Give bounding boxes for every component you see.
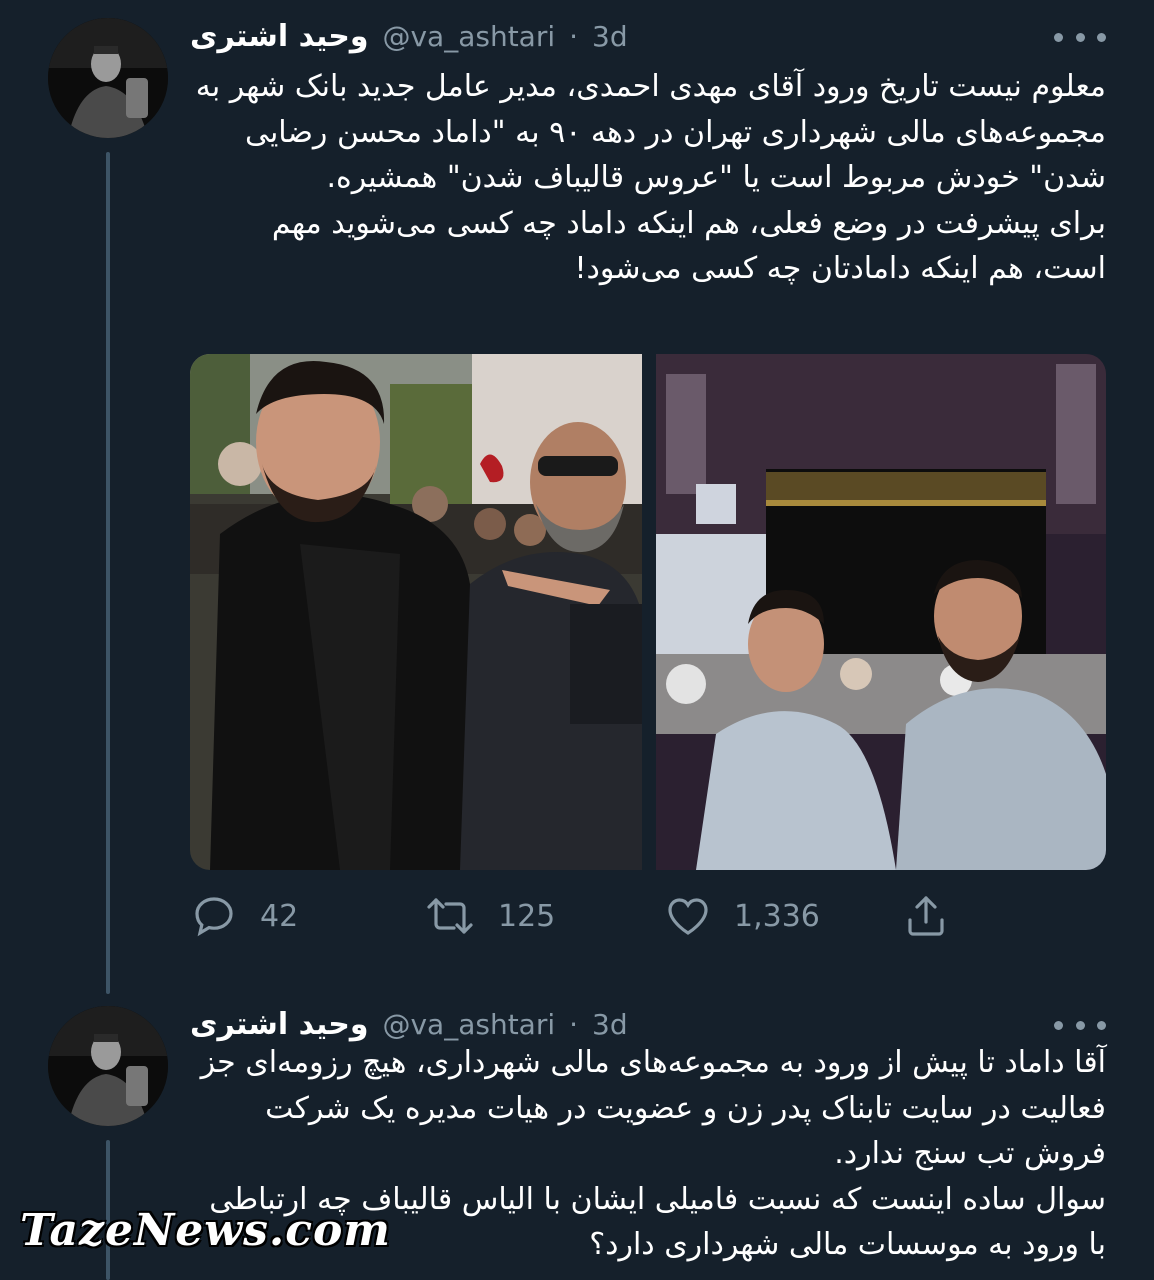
tweet-header: وحید اشتری @va_ashtari · 3d [190,14,628,58]
more-icon[interactable] [1054,1010,1106,1040]
like-count: 1,336 [734,898,820,934]
user-handle[interactable]: @va_ashtari [382,20,555,53]
photo-left[interactable] [190,354,642,870]
watermark: TazeNews.com [20,1205,391,1256]
tweet-actions: 42 125 1,336 [190,890,990,942]
avatar[interactable] [48,1006,168,1126]
user-handle[interactable]: @va_ashtari [382,1008,555,1041]
timestamp[interactable]: 3d [592,1008,628,1041]
photo-right[interactable] [656,354,1106,870]
avatar[interactable] [48,18,168,138]
heart-icon [668,898,708,935]
tweet-paragraph: برای پیشرفت در وضع فعلی، هم اینکه داماد … [271,205,1106,287]
reply-icon [195,897,233,937]
tweet-paragraph: معلوم نیست تاریخ ورود آقای مهدی احمدی، م… [195,69,1106,195]
media-grid [190,354,1106,870]
display-name[interactable]: وحید اشتری [190,19,368,54]
retweet-icon [427,898,473,934]
timestamp[interactable]: 3d [592,20,628,53]
more-icon[interactable] [1054,22,1106,52]
separator: · [569,1007,579,1041]
tweet-1[interactable]: وحید اشتری @va_ashtari · 3d معلوم نیست ت… [0,0,1154,990]
display-name[interactable]: وحید اشتری [190,1007,368,1042]
share-icon [908,896,944,936]
tweet-paragraph: آقا داماد تا پیش از ورود به مجموعه‌های م… [200,1045,1106,1171]
reply-button[interactable]: 42 [190,890,298,942]
tweet-text: معلوم نیست تاریخ ورود آقای مهدی احمدی، م… [190,64,1106,292]
reply-count: 42 [260,898,299,934]
separator: · [569,19,579,53]
retweet-count: 125 [498,898,556,934]
share-button[interactable] [902,890,950,942]
retweet-button[interactable]: 125 [424,890,555,942]
like-button[interactable]: 1,336 [664,890,820,942]
